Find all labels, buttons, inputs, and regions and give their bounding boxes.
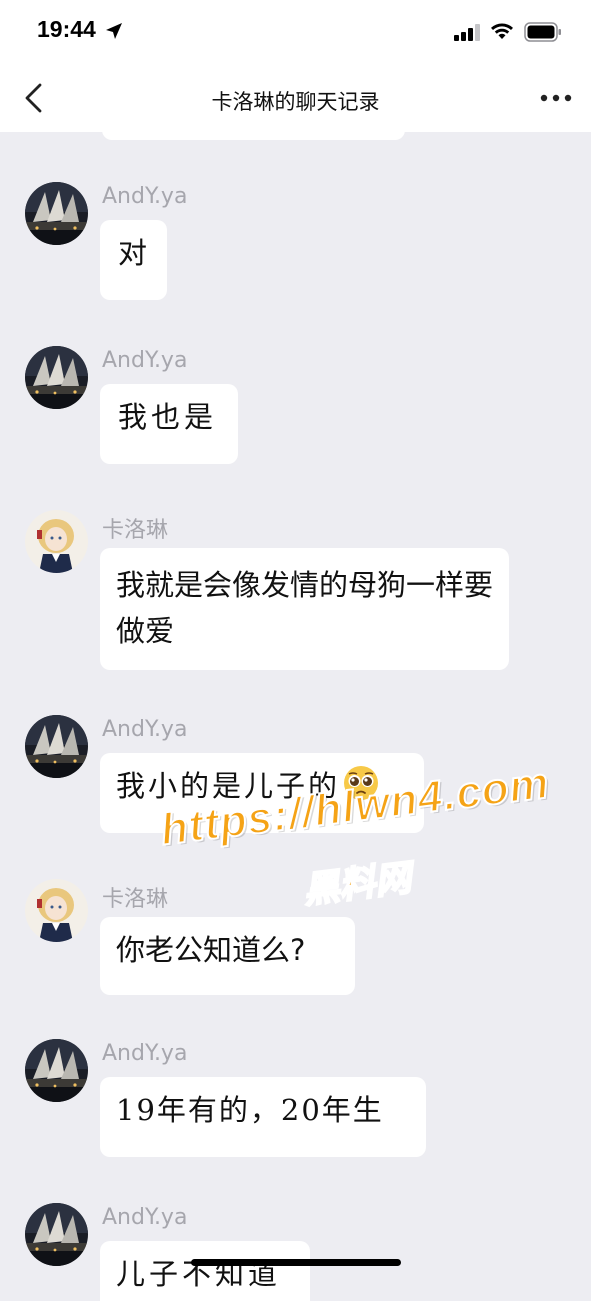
- avatar-caroline[interactable]: [25, 879, 88, 942]
- avatar-caroline[interactable]: [25, 510, 88, 573]
- avatar-andy[interactable]: [25, 346, 88, 409]
- message-text: 你老公知道么?: [116, 933, 306, 967]
- message-bubble[interactable]: 19年有的，20年生: [100, 1077, 426, 1157]
- message-text: 我小的是儿子的: [116, 769, 341, 803]
- sender-name: AndY.ya: [102, 184, 188, 209]
- message-text: 我也是: [118, 400, 218, 434]
- sender-name: AndY.ya: [102, 1205, 188, 1230]
- message-bubble[interactable]: 儿子不知道: [100, 1241, 310, 1301]
- message-bubble[interactable]: 我就是会像发情的母狗一样要做爱: [100, 548, 509, 670]
- message-bubble[interactable]: 你老公知道么?: [100, 917, 355, 995]
- message-bubble[interactable]: 我也是: [100, 384, 238, 464]
- pleading-face-icon: [344, 766, 379, 800]
- watermark-name: 黑料网: [300, 857, 414, 913]
- sender-name: 卡洛琳: [102, 887, 169, 912]
- avatar-andy[interactable]: [25, 1203, 88, 1266]
- previous-message-bubble: [102, 128, 405, 140]
- message-text: 我就是会像发情的母狗一样要做爱: [116, 568, 494, 648]
- battery-icon: [524, 22, 561, 42]
- avatar-andy[interactable]: [25, 715, 88, 778]
- avatar-andy[interactable]: [25, 1039, 88, 1102]
- page-title: 卡洛琳的聊天记录: [211, 90, 380, 114]
- sender-name: 卡洛琳: [102, 518, 169, 543]
- message-bubble[interactable]: 我小的是儿子的: [100, 753, 424, 833]
- nav-bar: 卡洛琳的聊天记录: [0, 64, 591, 132]
- home-indicator[interactable]: [191, 1259, 401, 1266]
- more-dots-icon[interactable]: [540, 92, 572, 104]
- message-text: 19年有的，20年生: [116, 1093, 384, 1127]
- avatar-andy[interactable]: [25, 182, 88, 245]
- sender-name: AndY.ya: [102, 348, 188, 373]
- status-time: 19:44: [37, 16, 96, 42]
- status-bar: 19:44: [0, 0, 591, 64]
- wifi-icon: [491, 23, 513, 39]
- location-arrow-icon: [106, 23, 122, 39]
- message-bubble[interactable]: 对: [100, 220, 167, 300]
- sender-name: AndY.ya: [102, 1041, 188, 1066]
- signal-icon: [454, 24, 480, 41]
- sender-name: AndY.ya: [102, 717, 188, 742]
- message-text: 对: [118, 236, 152, 270]
